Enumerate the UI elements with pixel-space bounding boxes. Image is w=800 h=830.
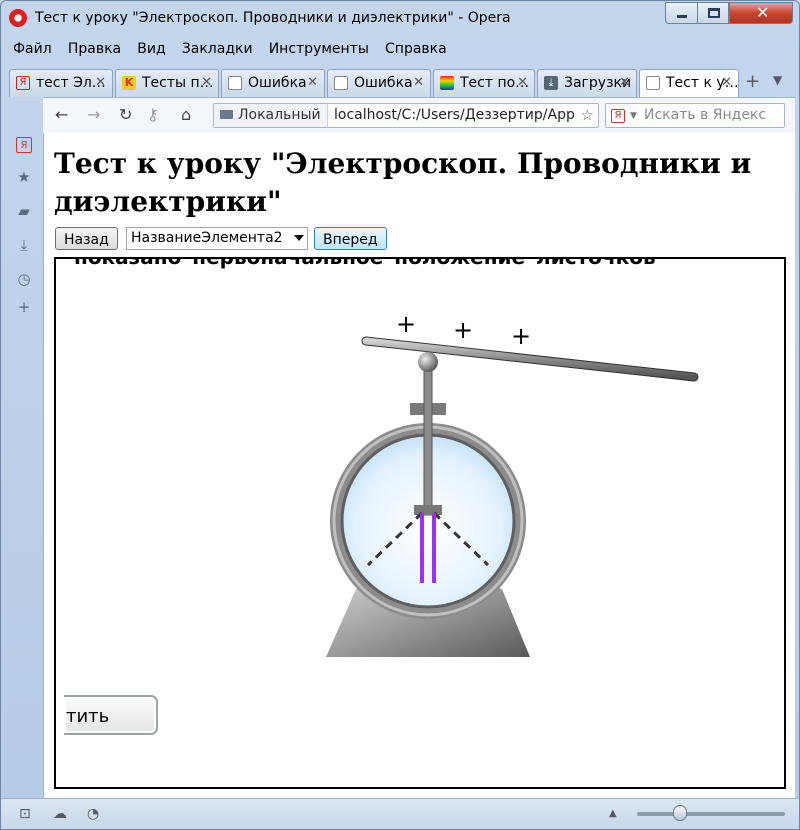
check-button[interactable]: тить <box>64 695 158 735</box>
close-tab-icon[interactable]: ✕ <box>413 75 424 90</box>
element-select[interactable]: НазваниеЭлемента2 <box>126 227 308 250</box>
address-bar[interactable]: Локальный localhost/C:/Users/Деззертир/A… <box>213 103 599 128</box>
menu-help[interactable]: Справка <box>379 38 453 60</box>
computer-icon <box>220 110 233 119</box>
key-icon[interactable]: ⚷ <box>147 105 159 124</box>
back-button[interactable]: Назад <box>55 227 118 250</box>
tab-list-icon[interactable]: ▼ <box>773 73 782 87</box>
leaf-left <box>420 513 424 583</box>
k-icon: K <box>122 76 136 90</box>
tab-item[interactable]: ⤓ Загрузки ✕ <box>537 69 637 97</box>
chevron-down-icon <box>294 235 304 241</box>
leaf-right <box>432 513 436 583</box>
opera-logo-icon <box>9 9 27 27</box>
tab-item[interactable]: Ошибка ✕ <box>221 69 325 97</box>
bookmark-star-icon[interactable]: ☆ <box>581 106 594 124</box>
menu-view[interactable]: Вид <box>131 38 171 60</box>
tab-label: Ошибка <box>354 75 413 91</box>
add-panel-icon[interactable]: + <box>16 299 32 315</box>
panel-toggle-icon[interactable]: ⊡ <box>19 806 31 822</box>
zoom-slider[interactable] <box>637 812 785 816</box>
address-badge[interactable]: Локальный <box>214 104 328 127</box>
flash-frame: показано первоначальное положение листоч… <box>54 257 786 789</box>
forward-arrow-icon[interactable]: → <box>87 105 100 124</box>
electroscope-ball <box>418 352 438 372</box>
minimize-button[interactable] <box>665 2 697 24</box>
tab-item-active[interactable]: Тест к у… ✕ <box>639 69 739 98</box>
close-tab-icon[interactable]: ✕ <box>517 75 528 90</box>
plus-charge-icon: + <box>396 310 416 338</box>
leaf-holder <box>414 505 442 515</box>
electroscope-rod <box>423 366 433 516</box>
page-icon <box>334 76 348 90</box>
close-window-button[interactable]: ✕ <box>729 2 793 24</box>
page-icon <box>228 76 242 90</box>
title-bar: Тест к уроку "Электроскоп. Проводники и … <box>1 1 799 35</box>
page-icon <box>646 76 660 90</box>
menu-bookmarks[interactable]: Закладки <box>176 38 259 60</box>
tab-item[interactable]: Ошибка ✕ <box>327 69 431 97</box>
electroscope-illustration: + + + <box>326 310 699 657</box>
close-tab-icon[interactable]: ✕ <box>619 75 630 90</box>
bookmarks-star-icon[interactable]: ★ <box>16 169 32 185</box>
menu-file[interactable]: Файл <box>7 38 58 60</box>
page-content: Тест к уроку "Электроскоп. Проводники и … <box>43 133 795 798</box>
menu-tools[interactable]: Инструменты <box>263 38 375 60</box>
close-icon: ✕ <box>756 3 770 22</box>
chevron-down-icon[interactable]: ▼ <box>630 111 637 121</box>
search-input[interactable]: Я ▼ Искать в Яндекс <box>605 103 785 128</box>
close-tab-icon[interactable]: ✕ <box>95 75 106 90</box>
history-clock-icon[interactable]: ◷ <box>16 271 32 287</box>
tab-bar: Я тест Эл… ✕ K Тесты п… ✕ Ошибка ✕ Ошибк… <box>7 67 797 98</box>
yandex-icon[interactable]: Я <box>16 137 32 153</box>
window-title: Тест к уроку "Электроскоп. Проводники и … <box>35 10 511 26</box>
plus-charge-icon: + <box>453 316 473 344</box>
tab-item[interactable]: K Тесты п… ✕ <box>115 69 219 97</box>
speed-dial-icon[interactable]: ◔ <box>87 806 99 822</box>
electroscope <box>326 352 530 657</box>
maximize-button[interactable] <box>697 2 729 24</box>
downloads-icon[interactable]: ⤓ <box>16 237 32 253</box>
tab-item[interactable]: Тест по… ✕ <box>433 69 535 97</box>
yandex-icon[interactable]: Я <box>611 109 625 123</box>
tab-item[interactable]: Я тест Эл… ✕ <box>9 69 113 97</box>
maximize-icon <box>708 8 720 18</box>
menu-bar: Файл Правка Вид Закладки Инструменты Спр… <box>7 38 453 62</box>
plus-charge-icon: + <box>511 322 531 350</box>
new-tab-icon[interactable]: + <box>745 71 760 92</box>
forward-button[interactable]: Вперед <box>314 227 387 250</box>
menu-edit[interactable]: Правка <box>62 38 127 60</box>
status-bar: ⊡ ☁ ◔ ▲ <box>1 798 799 829</box>
close-tab-icon[interactable]: ✕ <box>307 75 318 90</box>
home-icon[interactable]: ⌂ <box>181 105 191 124</box>
cloud-icon[interactable]: ☁ <box>53 806 67 822</box>
rainbow-icon <box>440 76 454 90</box>
url-text[interactable]: localhost/C:/Users/Деззертир/AppD <box>334 107 574 123</box>
minimize-icon <box>677 15 687 18</box>
close-tab-icon[interactable]: ✕ <box>201 75 212 90</box>
download-icon: ⤓ <box>544 76 558 90</box>
back-arrow-icon[interactable]: ← <box>55 105 68 124</box>
side-panel: Я ★ ▰ ⤓ ◷ + <box>1 129 43 797</box>
tab-label: Ошибка <box>248 75 307 91</box>
address-badge-label: Локальный <box>238 107 321 123</box>
close-tab-icon[interactable]: ✕ <box>721 75 732 90</box>
browser-window: Тест к уроку "Электроскоп. Проводники и … <box>0 0 800 830</box>
notes-icon[interactable]: ▰ <box>16 203 32 219</box>
navigation-toolbar: ← → ↻ ⚷ ⌂ Локальный localhost/C:/Users/Д… <box>43 97 795 133</box>
zoom-arrow-icon[interactable]: ▲ <box>609 808 617 819</box>
zoom-slider-knob[interactable] <box>673 805 687 821</box>
select-value: НазваниеЭлемента2 <box>131 230 283 246</box>
yandex-icon: Я <box>16 76 30 90</box>
page-title: Тест к уроку "Электроскоп. Проводники и … <box>54 147 752 218</box>
reload-icon[interactable]: ↻ <box>119 105 132 124</box>
search-placeholder: Искать в Яндекс <box>644 107 767 123</box>
